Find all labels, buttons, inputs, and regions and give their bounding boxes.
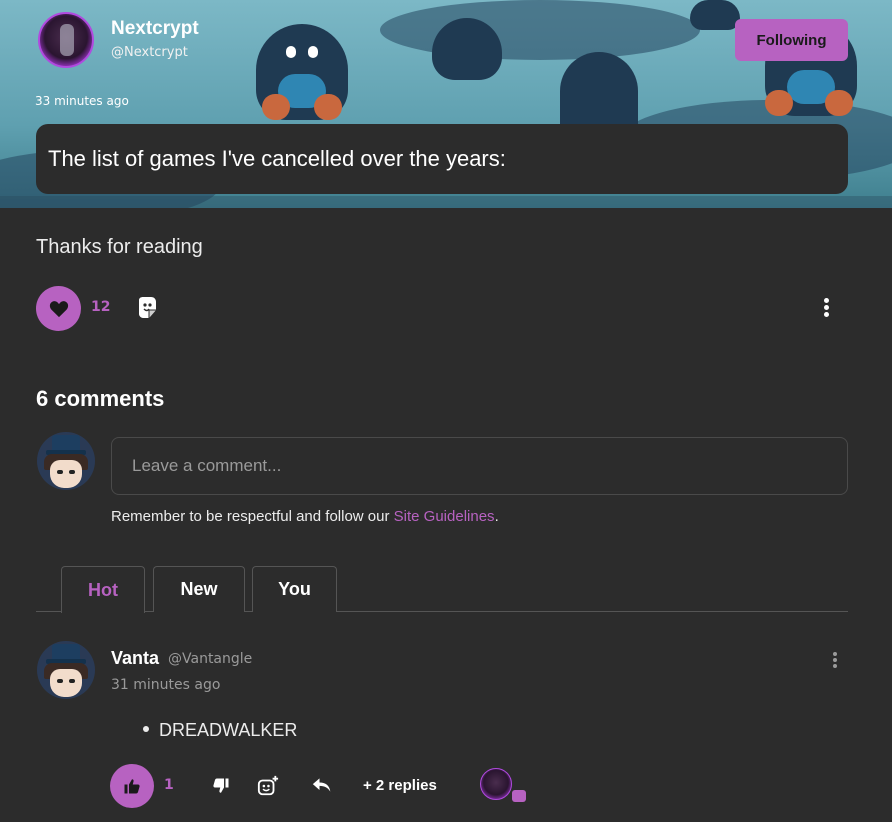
- guidelines-suffix: .: [494, 508, 499, 525]
- reply-author-avatar: [480, 768, 512, 800]
- banner-ice-shape: [380, 0, 700, 60]
- guidelines-notice: Remember to be respectful and follow our…: [111, 508, 499, 525]
- commenter-name[interactable]: Vanta: [111, 648, 159, 669]
- reply-badge-icon: [512, 790, 526, 802]
- tab-you[interactable]: You: [252, 566, 337, 612]
- guidelines-text: Remember to be respectful and follow our: [111, 508, 394, 525]
- add-reaction-icon[interactable]: [256, 774, 280, 798]
- tab-hot[interactable]: Hot: [61, 566, 145, 613]
- comment-sort-tabs: Hot New You: [36, 566, 848, 613]
- author-name[interactable]: Nextcrypt: [111, 18, 199, 40]
- thumbs-down-icon[interactable]: [211, 777, 231, 795]
- post-body: Thanks for reading: [36, 236, 203, 258]
- comment-like-button[interactable]: [110, 764, 154, 808]
- thumbs-up-icon: [124, 779, 140, 794]
- sticker-react-icon[interactable]: [136, 296, 158, 320]
- tab-new[interactable]: New: [153, 566, 245, 612]
- comment-input[interactable]: [111, 437, 848, 495]
- following-button[interactable]: Following: [735, 19, 848, 61]
- like-count: 12: [91, 299, 111, 315]
- post-timestamp: 33 minutes ago: [35, 94, 129, 108]
- more-vertical-icon[interactable]: [818, 296, 834, 320]
- current-user-avatar: [37, 432, 95, 490]
- comment-timestamp: 31 minutes ago: [111, 677, 221, 693]
- penguin-illustration: [432, 18, 502, 80]
- penguin-illustration: [256, 24, 348, 120]
- bullet: [143, 726, 149, 733]
- comment-more-icon[interactable]: [828, 650, 842, 672]
- banner-stripe: [0, 196, 892, 208]
- comment-list-item: DREADWALKER: [143, 720, 297, 741]
- author-handle: @Nextcrypt: [111, 45, 188, 60]
- site-guidelines-link[interactable]: Site Guidelines: [394, 508, 495, 525]
- commenter-handle: @Vantangle: [168, 651, 253, 667]
- comments-count-heading: 6 comments: [36, 386, 165, 411]
- reply-arrow-icon[interactable]: [312, 776, 332, 794]
- comment-list-text: DREADWALKER: [159, 720, 298, 740]
- like-button[interactable]: [36, 286, 81, 331]
- comment-like-count: 1: [164, 777, 174, 793]
- heart-icon: [49, 300, 68, 317]
- author-avatar[interactable]: [38, 12, 94, 68]
- post-title: The list of games I've cancelled over th…: [36, 124, 848, 194]
- penguin-illustration: [690, 0, 740, 30]
- commenter-avatar[interactable]: [37, 641, 95, 699]
- replies-button[interactable]: + 2 replies: [363, 777, 437, 794]
